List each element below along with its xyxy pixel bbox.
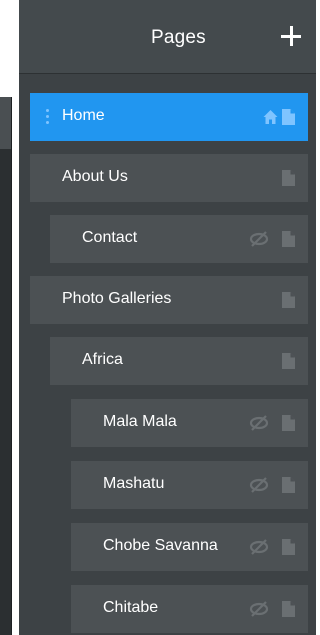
hidden-eye-icon[interactable] <box>249 231 269 247</box>
background-app-toolbar <box>0 97 11 149</box>
drag-handle-icon[interactable] <box>46 109 49 125</box>
page-item-chobe-savanna[interactable]: Chobe Savanna <box>71 523 308 571</box>
page-icon[interactable] <box>282 601 297 617</box>
page-item-label: About Us <box>62 168 128 185</box>
page-icon[interactable] <box>282 415 297 431</box>
hidden-eye-icon[interactable] <box>249 601 269 617</box>
page-item-mala-mala[interactable]: Mala Mala <box>71 399 308 447</box>
pages-panel: Pages Home About Us Contact Photo Galler… <box>19 0 316 635</box>
page-icon[interactable] <box>282 477 297 493</box>
page-item-mashatu[interactable]: Mashatu <box>71 461 308 509</box>
page-item-label: Mala Mala <box>103 413 177 430</box>
page-item-label: Africa <box>82 351 123 368</box>
hidden-eye-icon[interactable] <box>249 539 269 555</box>
page-icon[interactable] <box>282 170 297 186</box>
page-item-home[interactable]: Home <box>30 93 308 141</box>
page-item-chitabe[interactable]: Chitabe <box>71 585 308 633</box>
page-item-label: Mashatu <box>103 475 165 492</box>
page-item-label: Photo Galleries <box>62 290 172 307</box>
home-icon <box>263 109 278 125</box>
page-item-about-us[interactable]: About Us <box>30 154 308 202</box>
page-icon[interactable] <box>282 353 297 369</box>
page-icon[interactable] <box>282 231 297 247</box>
hidden-eye-icon[interactable] <box>249 477 269 493</box>
panel-title: Pages <box>151 27 206 48</box>
page-item-label: Chitabe <box>103 599 159 616</box>
background-divider <box>11 97 12 635</box>
background-app-area <box>0 97 11 635</box>
page-item-africa[interactable]: Africa <box>50 337 308 385</box>
hidden-eye-icon[interactable] <box>249 415 269 431</box>
page-item-label: Contact <box>82 229 138 246</box>
page-item-photo-galleries[interactable]: Photo Galleries <box>30 276 308 324</box>
page-item-label: Home <box>62 107 105 124</box>
page-icon[interactable] <box>282 292 297 308</box>
pages-panel-header: Pages <box>19 0 316 74</box>
page-icon[interactable] <box>282 539 297 555</box>
page-icon[interactable] <box>282 109 297 125</box>
page-item-contact[interactable]: Contact <box>50 215 308 263</box>
page-item-label: Chobe Savanna <box>103 537 218 554</box>
add-page-icon[interactable] <box>281 26 301 46</box>
